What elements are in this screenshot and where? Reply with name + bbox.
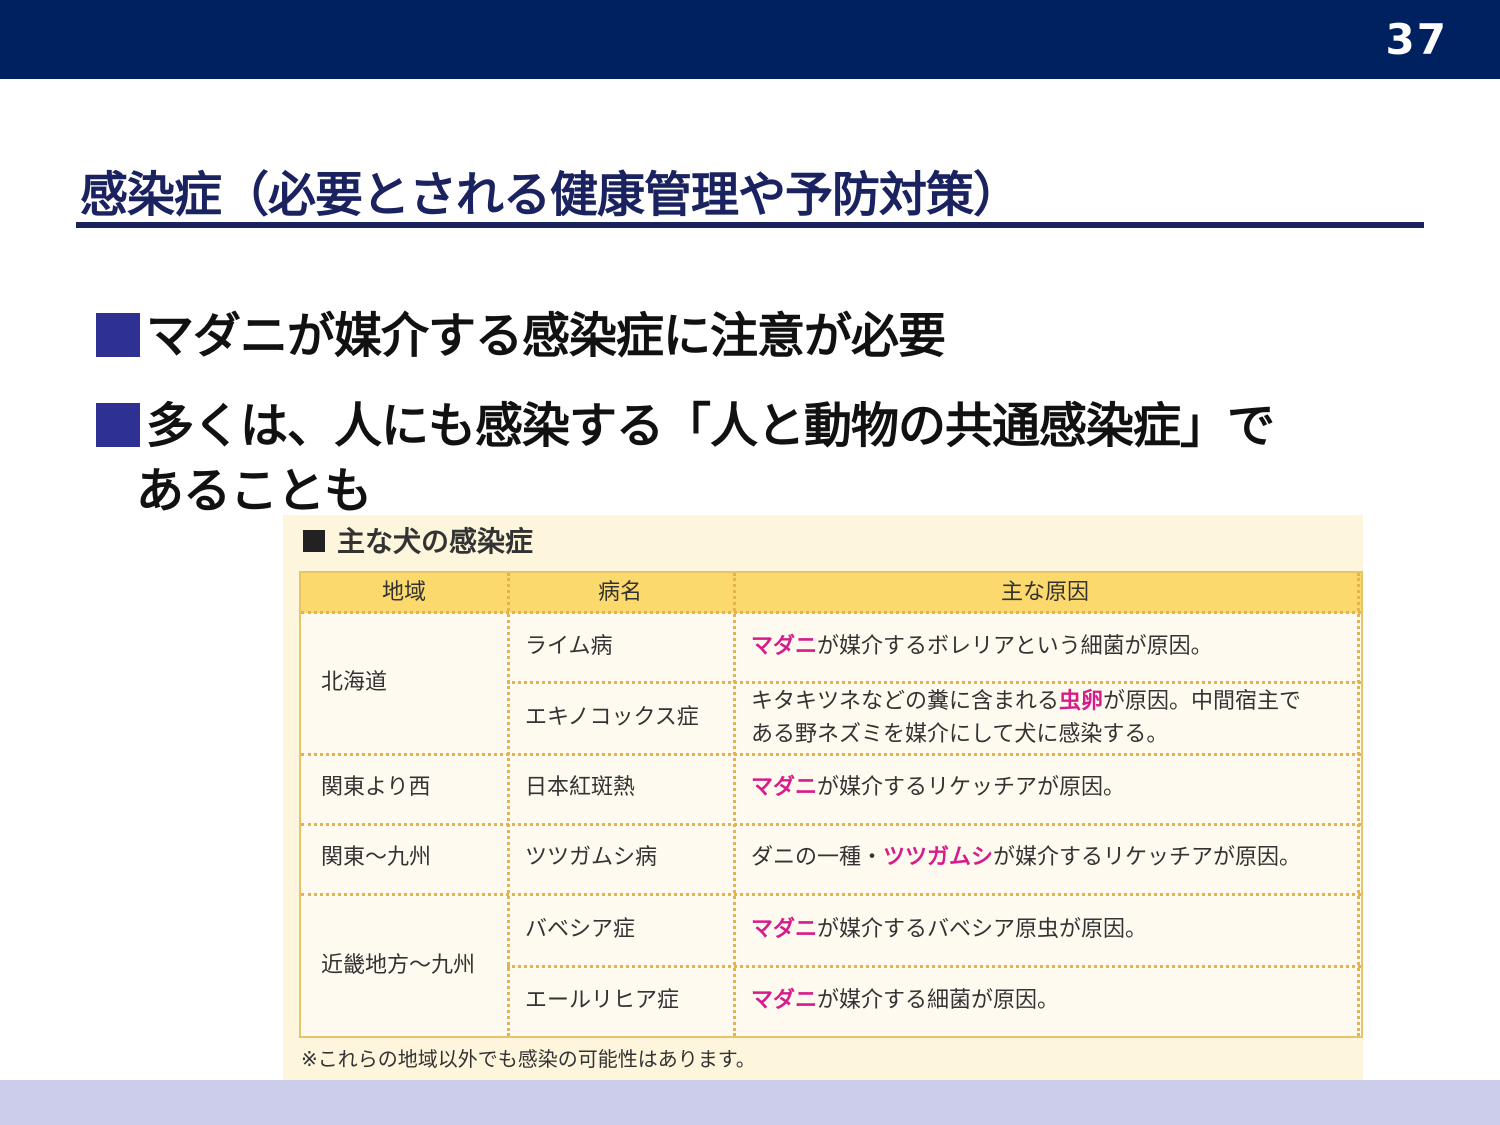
page-number: 37 bbox=[1385, 15, 1448, 64]
row-divider bbox=[301, 893, 1361, 896]
infection-panel: 主な犬の感染症 地域 病名 主な原因 北海道 関東より西 関東～九州 近畿地方～… bbox=[283, 515, 1363, 1080]
column-header-cause: 主な原因 bbox=[1000, 580, 1089, 605]
cause-cell: マダニが媒介するリケッチアが原因。 bbox=[751, 771, 1125, 805]
heading-square-icon bbox=[303, 530, 325, 552]
column-header-region: 地域 bbox=[381, 580, 426, 605]
cause-text: ダニの一種・ bbox=[751, 845, 884, 870]
cause-highlight: マダニ bbox=[751, 634, 818, 659]
panel-heading: 主な犬の感染症 bbox=[303, 523, 533, 561]
bullet-text-2: 多くは、人にも感染する「人と動物の共通感染症」で bbox=[146, 398, 1275, 454]
bullet-item-1: マダニが媒介する感染症に注意が必要 bbox=[96, 303, 946, 369]
cause-text: が媒介するボレリアという細菌が原因。 bbox=[817, 634, 1213, 659]
footer-bar bbox=[0, 1080, 1500, 1125]
bullet-text-1: マダニが媒介する感染症に注意が必要 bbox=[146, 308, 946, 364]
cause-highlight: 虫卵 bbox=[1059, 689, 1104, 714]
row-divider bbox=[507, 681, 1361, 684]
row-divider bbox=[301, 823, 1361, 826]
cause-text: キタキツネなどの糞に含まれる bbox=[751, 689, 1060, 714]
cause-highlight: マダニ bbox=[751, 775, 818, 800]
panel-heading-text: 主な犬の感染症 bbox=[337, 525, 534, 558]
header-bar: 37 bbox=[0, 0, 1500, 79]
cause-text: が媒介する細菌が原因。 bbox=[817, 988, 1060, 1013]
disease-cell: バベシア症 bbox=[525, 917, 636, 942]
disease-cell: ライム病 bbox=[525, 634, 613, 659]
cause-text: が媒介するバベシア原虫が原因。 bbox=[817, 917, 1148, 942]
cause-cell: マダニが媒介する細菌が原因。 bbox=[751, 984, 1059, 1018]
region-cell: 近畿地方～九州 bbox=[321, 953, 476, 978]
table-footnote: ※これらの地域以外でも感染の可能性はあります。 bbox=[301, 1047, 756, 1071]
row-divider bbox=[301, 753, 1361, 756]
slide-title: 感染症（必要とされる健康管理や予防対策） bbox=[80, 167, 1021, 223]
bullet-square-icon bbox=[96, 403, 140, 447]
disease-cell: エキノコックス症 bbox=[525, 705, 699, 730]
cause-cell-line-2: ある野ネズミを媒介にして犬に感染する。 bbox=[751, 722, 1169, 747]
region-cell: 関東～九州 bbox=[321, 845, 432, 870]
disease-table: 地域 病名 主な原因 北海道 関東より西 関東～九州 近畿地方～九州 ライム病 … bbox=[299, 571, 1363, 1038]
cause-highlight: ツツガムシ bbox=[883, 845, 994, 870]
disease-cell: 日本紅斑熱 bbox=[525, 775, 636, 800]
cause-highlight: マダニ bbox=[751, 917, 818, 942]
row-divider bbox=[507, 965, 1361, 968]
title-underline bbox=[76, 222, 1424, 228]
cause-text: が媒介するリケッチアが原因。 bbox=[993, 845, 1302, 870]
cause-cell: キタキツネなどの糞に含まれる虫卵が原因。中間宿主で bbox=[751, 685, 1301, 719]
cause-cell: ダニの一種・ツツガムシが媒介するリケッチアが原因。 bbox=[751, 841, 1301, 875]
region-cell: 北海道 bbox=[321, 670, 388, 695]
cause-cell: マダニが媒介するバベシア原虫が原因。 bbox=[751, 913, 1147, 947]
bullet-item-2: 多くは、人にも感染する「人と動物の共通感染症」で bbox=[96, 393, 1275, 459]
cause-text: が原因。中間宿主で bbox=[1103, 689, 1302, 714]
cause-text: が媒介するリケッチアが原因。 bbox=[817, 775, 1126, 800]
column-header-disease: 病名 bbox=[597, 580, 642, 605]
region-cell: 関東より西 bbox=[321, 775, 431, 800]
cause-highlight: マダニ bbox=[751, 988, 818, 1013]
row-divider bbox=[301, 611, 1361, 614]
cause-cell: マダニが媒介するボレリアという細菌が原因。 bbox=[751, 630, 1213, 664]
bullet-square-icon bbox=[96, 313, 140, 357]
disease-cell: ツツガムシ病 bbox=[525, 845, 658, 870]
disease-cell: エールリヒア症 bbox=[525, 988, 680, 1013]
